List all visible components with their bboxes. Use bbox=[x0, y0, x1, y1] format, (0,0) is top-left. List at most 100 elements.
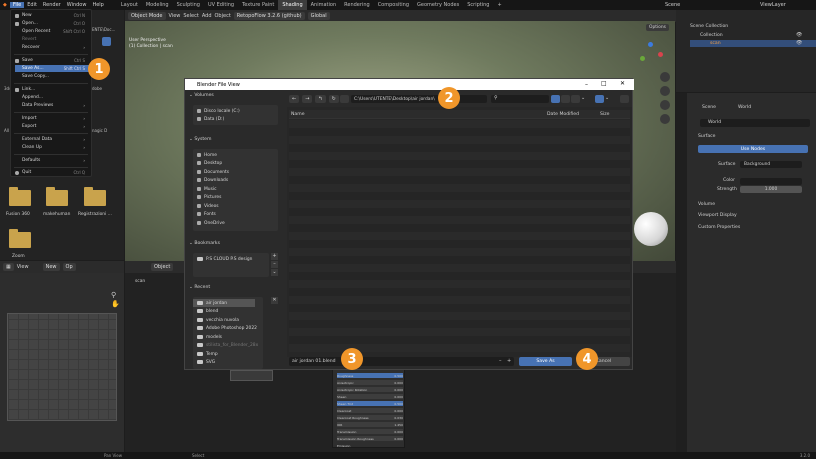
system-item-desktop[interactable]: Desktop bbox=[197, 159, 222, 167]
filter-options-icon[interactable]: ⌄ bbox=[605, 95, 612, 103]
system-header[interactable]: ⌄ System bbox=[189, 137, 211, 142]
menu-item-revert[interactable]: Revert bbox=[15, 36, 89, 43]
menu-item-open-recent[interactable]: Open Recent Shift Ctrl O bbox=[15, 28, 89, 35]
filter-icon[interactable] bbox=[595, 95, 604, 103]
axis-y-icon[interactable] bbox=[640, 56, 645, 61]
menu-window[interactable]: Window bbox=[64, 2, 90, 8]
bookmark-options-icon[interactable]: ⌄ bbox=[271, 269, 278, 276]
new-folder-icon[interactable] bbox=[340, 95, 349, 103]
surface-shader-field[interactable]: Background bbox=[740, 161, 802, 168]
menu-item-open[interactable]: Open... Ctrl O bbox=[15, 20, 89, 27]
tab-sculpting[interactable]: Sculpting bbox=[173, 0, 204, 10]
node-row[interactable]: Clearcoat 0.000 bbox=[337, 408, 403, 413]
refresh-icon[interactable]: ↻ bbox=[328, 95, 339, 103]
zoom-view-icon[interactable] bbox=[660, 72, 670, 82]
tab-layout[interactable]: Layout bbox=[117, 0, 142, 10]
tab-uv-editing[interactable]: UV Editing bbox=[204, 0, 238, 10]
tab-rendering[interactable]: Rendering bbox=[340, 0, 374, 10]
node-row[interactable]: Transmission 0.000 bbox=[337, 429, 403, 434]
use-nodes-button[interactable]: Use Nodes bbox=[698, 145, 808, 153]
save-as-button[interactable]: Save As bbox=[519, 357, 572, 366]
viewport-menu-object[interactable]: Object bbox=[215, 13, 231, 19]
volume-item[interactable]: Data (D:) bbox=[197, 115, 224, 123]
system-item-pictures[interactable]: Pictures bbox=[197, 193, 221, 201]
system-item-documents[interactable]: Documents bbox=[197, 168, 229, 176]
recent-item[interactable]: Temp bbox=[197, 350, 218, 358]
menu-item-external-data[interactable]: External Data › bbox=[15, 136, 89, 143]
filter-icon[interactable] bbox=[102, 37, 111, 46]
node-row[interactable]: Anisotropic 0.000 bbox=[337, 380, 403, 385]
recent-item[interactable]: blend bbox=[197, 307, 218, 315]
column-date-header[interactable]: Date Modified bbox=[547, 112, 579, 117]
tab-shading[interactable]: Shading bbox=[278, 0, 307, 10]
menu-item-quit[interactable]: Quit Ctrl Q bbox=[15, 169, 89, 176]
color-field[interactable] bbox=[740, 178, 802, 185]
image-menu-view[interactable]: View bbox=[17, 264, 29, 270]
pan-view-icon[interactable] bbox=[660, 86, 670, 96]
settings-gear-icon[interactable] bbox=[620, 95, 629, 103]
tab-animation[interactable]: Animation bbox=[307, 0, 341, 10]
menu-item-recover[interactable]: Recover › bbox=[15, 44, 89, 51]
viewport-menu-select[interactable]: Select bbox=[183, 13, 198, 19]
visibility-eye-icon[interactable]: 👁 bbox=[796, 40, 802, 46]
blender-logo-icon[interactable]: ◆ bbox=[0, 2, 10, 8]
system-item-fonts[interactable]: Fonts bbox=[197, 210, 216, 218]
node-row[interactable]: Clearcoat Roughness 0.030 bbox=[337, 415, 403, 420]
tab-compositing[interactable]: Compositing bbox=[374, 0, 413, 10]
remove-bookmark-icon[interactable]: – bbox=[271, 261, 278, 268]
outliner-collection[interactable]: Collection bbox=[700, 33, 723, 38]
menu-render[interactable]: Render bbox=[40, 2, 64, 8]
object-type-selector[interactable]: Object bbox=[151, 263, 174, 271]
search-input[interactable]: ⚲ bbox=[491, 95, 549, 103]
recent-item[interactable]: models bbox=[197, 333, 222, 341]
folder-icon[interactable] bbox=[46, 187, 68, 206]
custom-properties-section-header[interactable]: Custom Properties bbox=[698, 225, 740, 230]
node-row[interactable]: Sheen 0.000 bbox=[337, 394, 403, 399]
display-options-icon[interactable]: ⌄ bbox=[581, 95, 588, 103]
system-item-onedrive[interactable]: OneDrive bbox=[197, 219, 225, 227]
tab-scripting[interactable]: Scripting bbox=[463, 0, 493, 10]
menu-item-defaults[interactable]: Defaults › bbox=[15, 157, 89, 164]
forward-icon[interactable]: → bbox=[302, 95, 313, 103]
increment-filename-icon[interactable]: + bbox=[507, 358, 511, 364]
new-image-button[interactable]: New bbox=[42, 263, 60, 271]
menu-item-save-as[interactable]: Save As... Shift Ctrl S bbox=[15, 65, 89, 72]
decrement-filename-icon[interactable]: – bbox=[499, 358, 502, 364]
visibility-eye-icon[interactable]: 👁 bbox=[796, 32, 802, 38]
horizontal-list-icon[interactable] bbox=[561, 95, 570, 103]
camera-view-icon[interactable] bbox=[660, 100, 670, 110]
scene-selector[interactable]: Scene bbox=[665, 2, 680, 8]
volume-item[interactable]: Disco locale (C:) bbox=[197, 107, 240, 115]
column-size-header[interactable]: Size bbox=[600, 112, 609, 117]
add-workspace-icon[interactable]: + bbox=[493, 0, 505, 10]
recent-item[interactable]: air jordan bbox=[197, 299, 227, 307]
node-row[interactable]: Roughness 0.500 bbox=[337, 373, 403, 378]
tab-modeling[interactable]: Modeling bbox=[142, 0, 173, 10]
recent-item[interactable]: stilista_for_Blender_28x bbox=[197, 341, 258, 349]
node-row[interactable]: Transmission Roughness 0.000 bbox=[337, 436, 403, 441]
retopoflow-button[interactable]: RetopoFlow 3.2.6 (github) bbox=[233, 12, 305, 20]
menu-item-link[interactable]: Link... bbox=[15, 86, 89, 93]
system-item-videos[interactable]: Videos bbox=[197, 202, 219, 210]
viewport-menu-add[interactable]: Add bbox=[202, 13, 212, 19]
folder-icon[interactable] bbox=[9, 187, 31, 206]
system-item-downloads[interactable]: Downloads bbox=[197, 176, 228, 184]
menu-item-new[interactable]: New Ctrl N bbox=[15, 12, 89, 19]
menu-item-append[interactable]: Append... bbox=[15, 94, 89, 101]
parent-dir-icon[interactable]: ↰ bbox=[315, 95, 326, 103]
folder-icon[interactable] bbox=[9, 229, 31, 248]
add-bookmark-icon[interactable]: + bbox=[271, 253, 278, 260]
menu-edit[interactable]: Edit bbox=[24, 2, 40, 8]
open-image-button[interactable]: Op bbox=[62, 263, 76, 271]
thumbnails-icon[interactable] bbox=[571, 95, 580, 103]
hand-pan-icon[interactable]: ✋ bbox=[111, 300, 120, 308]
node-row[interactable]: IOR 1.450 bbox=[337, 422, 403, 427]
recent-item[interactable]: vecchia nuvola bbox=[197, 316, 239, 324]
axis-z-icon[interactable] bbox=[648, 42, 653, 47]
zoom-icon[interactable]: ⚲ bbox=[111, 291, 116, 299]
clear-recent-icon[interactable]: ✕ bbox=[271, 297, 278, 304]
menu-help[interactable]: Help bbox=[89, 2, 106, 8]
close-icon[interactable]: ✕ bbox=[620, 80, 625, 87]
outliner-scene-collection[interactable]: Scene Collection bbox=[690, 24, 728, 29]
node-row[interactable]: Anisotropic Rotation 0.000 bbox=[337, 387, 403, 392]
